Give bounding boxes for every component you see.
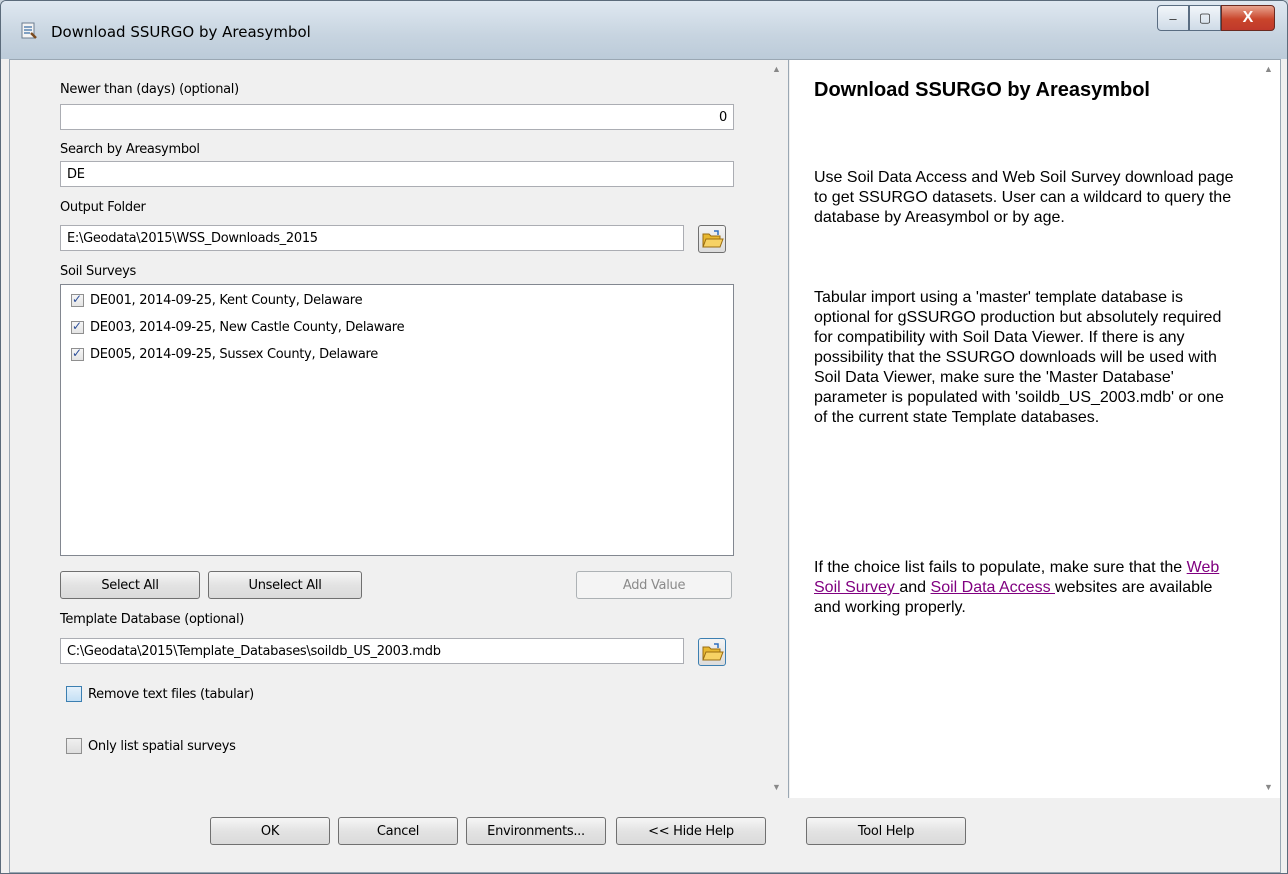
dialog-client: Newer than (days) (optional) 0 Search by… [9, 59, 1281, 873]
remove-text-files-option[interactable]: Remove text files (tabular) [66, 686, 254, 702]
newer-input[interactable]: 0 [60, 104, 734, 130]
soil-data-access-link[interactable]: Soil Data Access [931, 579, 1056, 596]
search-label: Search by Areasymbol [60, 142, 200, 157]
maximize-button[interactable]: ▢ [1189, 5, 1221, 31]
survey-label: DE003, 2014-09-25, New Castle County, De… [90, 320, 405, 335]
search-input[interactable]: DE [60, 161, 734, 187]
cancel-button[interactable]: Cancel [338, 817, 458, 845]
unselect-all-label: Unselect All [248, 577, 322, 593]
scroll-up-icon[interactable]: ▲ [1264, 64, 1273, 74]
survey-checkbox[interactable] [71, 319, 84, 334]
survey-checkbox[interactable] [71, 292, 84, 307]
remove-text-files-label: Remove text files (tabular) [88, 686, 254, 702]
spatial-only-checkbox[interactable] [66, 738, 82, 754]
window-title: Download SSURGO by Areasymbol [51, 23, 311, 41]
survey-checkbox[interactable] [71, 346, 84, 361]
select-all-button[interactable]: Select All [60, 571, 200, 599]
list-item[interactable]: DE005, 2014-09-25, Sussex County, Delawa… [71, 346, 378, 362]
survey-label: DE001, 2014-09-25, Kent County, Delaware [90, 293, 363, 308]
tool-dialog: Download SSURGO by Areasymbol ‒ ▢ X Newe… [0, 0, 1288, 874]
open-folder-icon [702, 230, 724, 248]
output-folder-browse-button[interactable] [698, 225, 726, 253]
output-folder-input[interactable]: E:\Geodata\2015\WSS_Downloads_2015 [60, 225, 684, 251]
help-title: Download SSURGO by Areasymbol [814, 79, 1150, 101]
list-item[interactable]: DE001, 2014-09-25, Kent County, Delaware [71, 292, 363, 308]
cancel-label: Cancel [376, 823, 420, 839]
spatial-only-label: Only list spatial surveys [88, 738, 236, 754]
scroll-up-icon[interactable]: ▲ [772, 64, 781, 74]
title-bar[interactable]: Download SSURGO by Areasymbol ‒ ▢ X [1, 1, 1287, 59]
ok-button[interactable]: OK [210, 817, 330, 845]
newer-label: Newer than (days) (optional) [60, 82, 239, 97]
output-folder-label: Output Folder [60, 200, 146, 215]
ok-label: OK [260, 823, 280, 839]
help-paragraph: Use Soil Data Access and Web Soil Survey… [814, 169, 1234, 226]
environments-label: Environments... [487, 823, 585, 839]
select-all-label: Select All [101, 577, 159, 593]
tool-help-button[interactable]: Tool Help [806, 817, 966, 845]
list-item[interactable]: DE003, 2014-09-25, New Castle County, De… [71, 319, 405, 335]
tool-script-icon [21, 22, 37, 39]
close-button[interactable]: X [1221, 5, 1275, 31]
scroll-down-icon[interactable]: ▼ [772, 782, 781, 792]
remove-text-files-checkbox[interactable] [66, 686, 82, 702]
hide-help-label: << Hide Help [648, 823, 734, 839]
open-folder-icon [702, 643, 724, 661]
soil-surveys-list[interactable]: DE001, 2014-09-25, Kent County, Delaware… [60, 284, 734, 556]
hide-help-button[interactable]: << Hide Help [616, 817, 766, 845]
help-paragraph: Tabular import using a 'master' template… [814, 289, 1224, 426]
survey-label: DE005, 2014-09-25, Sussex County, Delawa… [90, 347, 378, 362]
minimize-button[interactable]: ‒ [1157, 5, 1189, 31]
parameters-scrollbar[interactable]: ▲ ▼ [768, 60, 786, 798]
minimize-icon: ‒ [1169, 10, 1177, 26]
environments-button[interactable]: Environments... [466, 817, 606, 845]
template-database-input[interactable]: C:\Geodata\2015\Template_Databases\soild… [60, 638, 684, 664]
add-value-button: Add Value [576, 571, 732, 599]
help-paragraph-links: If the choice list fails to populate, ma… [814, 558, 1234, 618]
parameters-panel: Newer than (days) (optional) 0 Search by… [10, 60, 789, 798]
tool-help-label: Tool Help [857, 823, 915, 839]
unselect-all-button[interactable]: Unselect All [208, 571, 362, 599]
close-icon: X [1242, 9, 1254, 26]
help-text: and [899, 579, 931, 596]
spatial-only-option[interactable]: Only list spatial surveys [66, 738, 236, 754]
template-database-browse-button[interactable] [698, 638, 726, 666]
add-value-label: Add Value [622, 577, 686, 593]
help-scrollbar[interactable]: ▲ ▼ [1260, 60, 1278, 798]
help-panel: Download SSURGO by Areasymbol Use Soil D… [790, 60, 1280, 798]
button-bar: OK Cancel Environments... << Hide Help T… [10, 799, 1280, 872]
scroll-down-icon[interactable]: ▼ [1264, 782, 1273, 792]
help-text: If the choice list fails to populate, ma… [814, 559, 1187, 576]
soil-surveys-label: Soil Surveys [60, 264, 136, 279]
template-database-label: Template Database (optional) [60, 612, 245, 627]
maximize-icon: ▢ [1198, 10, 1212, 25]
